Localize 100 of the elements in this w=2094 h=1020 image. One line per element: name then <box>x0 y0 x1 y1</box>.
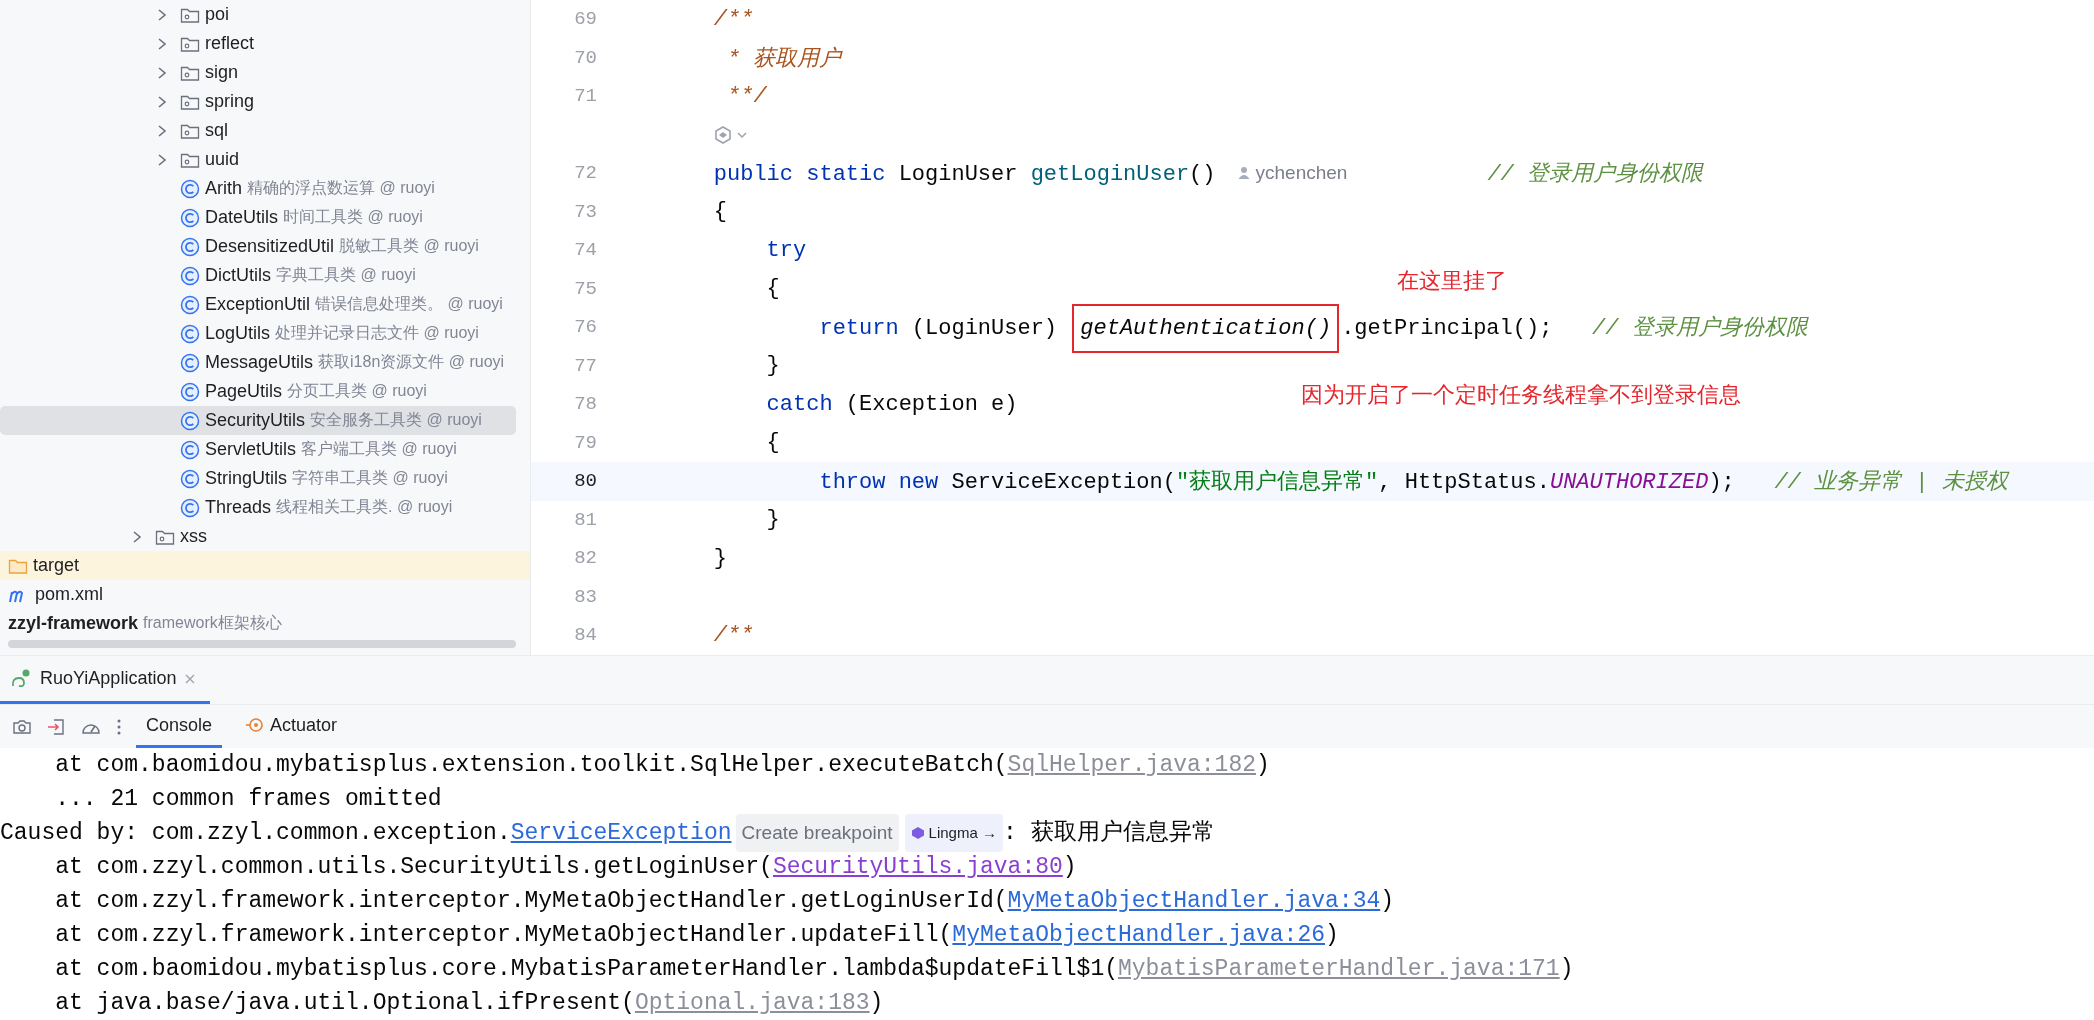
scrollbar[interactable] <box>8 640 516 648</box>
tree-item[interactable]: reflect <box>0 29 516 58</box>
tree-item[interactable]: Arith 精确的浮点数运算 @ ruoyi <box>0 174 516 203</box>
tree-item[interactable]: ExceptionUtil 错误信息处理类。 @ ruoyi <box>0 290 516 319</box>
class-icon <box>180 236 200 257</box>
code-text: () <box>1189 162 1216 188</box>
target-icon <box>246 716 265 734</box>
class-icon <box>180 294 200 315</box>
code-line: } <box>765 507 780 533</box>
chevron-icon[interactable] <box>157 94 167 109</box>
tree-item[interactable]: StringUtils 字符串工具类 @ ruoyi <box>0 464 516 493</box>
close-icon[interactable] <box>184 672 197 685</box>
tree-item[interactable]: zzyl-framework framework框架核心 <box>0 609 516 638</box>
console-text: at com.zzyl.framework.interceptor.MyMetaObjectHandler.updateFill( <box>54 921 953 950</box>
class-icon <box>180 352 200 373</box>
item-label: MessageUtils <box>205 352 314 373</box>
tree-item[interactable]: poi <box>0 0 516 29</box>
console-text: at com.baomidou.mybatisplus.extension.toolkit.SqlHelper.executeBatch( <box>54 751 1008 780</box>
console-text: at com.zzyl.common.utils.SecurityUtils.getLoginUser( <box>54 853 773 882</box>
console-tab[interactable]: Actuator <box>236 705 348 748</box>
item-description: 错误信息处理类。 @ ruoyi <box>315 294 503 314</box>
chevron-icon[interactable] <box>157 152 167 167</box>
class-icon <box>180 178 200 199</box>
annotation-text: 因为开启了一个定时任务线程拿不到登录信息 <box>1301 381 1741 409</box>
tree-item[interactable]: ServletUtils 客户端工具类 @ ruoyi <box>0 435 516 464</box>
item-label: SecurityUtils <box>205 410 306 431</box>
tree-item[interactable]: pom.xml <box>0 580 516 609</box>
tree-item[interactable]: DictUtils 字典工具类 @ ruoyi <box>0 261 516 290</box>
item-label: ServletUtils <box>205 439 297 460</box>
tree-item[interactable]: PageUtils 分页工具类 @ ruoyi <box>0 377 516 406</box>
camera-icon[interactable] <box>12 717 32 736</box>
code-line: catch (Exception e) <box>765 391 1018 417</box>
chevron-icon[interactable] <box>157 7 167 22</box>
tree-item[interactable]: uuid <box>0 145 516 174</box>
line-number: 83 <box>574 585 597 608</box>
file-link[interactable]: ServiceException <box>510 816 732 850</box>
code-line: **/ <box>726 83 767 109</box>
item-label: poi <box>205 4 230 25</box>
code-text: (LoginUser) <box>910 316 1059 342</box>
tree-item[interactable]: spring <box>0 87 516 116</box>
console-text: Caused by: com.zzyl.common.exception. <box>0 819 511 848</box>
chevron-icon[interactable] <box>157 123 167 138</box>
line-number: 84 <box>574 624 597 647</box>
code-line: { <box>765 276 780 302</box>
console-text: ) <box>1062 853 1077 882</box>
run-config-icon <box>10 668 32 689</box>
lingma-button[interactable]: Lingma → <box>904 814 1003 852</box>
item-description: 客户端工具类 @ ruoyi <box>301 439 457 459</box>
console-tab[interactable]: Console <box>136 705 223 748</box>
create-breakpoint-button[interactable]: Create breakpoint <box>735 814 899 852</box>
item-label: Threads <box>205 497 272 518</box>
author-hint[interactable]: ychenchen <box>1237 162 1348 185</box>
tree-item[interactable]: xss <box>0 522 516 551</box>
tree-item[interactable]: DateUtils 时间工具类 @ ruoyi <box>0 203 516 232</box>
class-icon <box>180 323 200 344</box>
line-number: 74 <box>574 239 597 262</box>
tree-item[interactable]: DesensitizedUtil 脱敏工具类 @ ruoyi <box>0 232 516 261</box>
exit-icon[interactable] <box>46 716 66 737</box>
code-line: } <box>712 545 727 571</box>
line-number: 71 <box>574 85 597 108</box>
console-line: ... 21 common frames omitted <box>54 785 443 814</box>
file-link[interactable]: MyMetaObjectHandler.java:34 <box>1007 884 1381 918</box>
console-text: ) <box>1380 887 1395 916</box>
line-number: 82 <box>574 547 597 570</box>
line-number: 72 <box>574 162 597 185</box>
annotation-frame: getAuthentication() <box>1072 304 1340 354</box>
tree-item[interactable]: sql <box>0 116 516 145</box>
more-icon[interactable] <box>116 717 122 736</box>
tree-item[interactable]: sign <box>0 58 516 87</box>
code-text: // 登录用户身份权限 <box>1591 316 1808 342</box>
class-icon <box>180 497 200 518</box>
item-label: pom.xml <box>35 584 103 605</box>
code-line: { <box>712 199 727 225</box>
item-label: ExceptionUtil <box>205 294 311 315</box>
console-text: at com.zzyl.framework.interceptor.MyMetaObjectHandler.getLoginUserId( <box>54 887 1008 916</box>
code-line: try <box>765 237 807 263</box>
line-number: 76 <box>574 316 597 339</box>
tree-item[interactable]: Threads 线程相关工具类. @ ruoyi <box>0 493 516 522</box>
code-text: getLoginUser <box>1030 162 1190 188</box>
tree-item[interactable]: target <box>0 551 530 580</box>
chevron-icon[interactable] <box>157 65 167 80</box>
ai-icon[interactable] <box>713 124 733 145</box>
chevron-icon[interactable] <box>132 529 142 544</box>
item-description: 分页工具类 @ ruoyi <box>287 381 427 401</box>
console-text: ) <box>1325 921 1339 950</box>
chevron-down-icon[interactable] <box>736 129 748 140</box>
hexagon-icon <box>910 826 925 840</box>
file-link[interactable]: MyMetaObjectHandler.java:26 <box>952 918 1326 952</box>
file-link[interactable]: SecurityUtils.java:80 <box>772 850 1063 884</box>
line-number: 77 <box>574 354 597 377</box>
tree-item[interactable]: SecurityUtils 安全服务工具类 @ ruoyi <box>0 406 516 435</box>
tree-item[interactable]: MessageUtils 获取i18n资源文件 @ ruoyi <box>0 348 516 377</box>
chevron-icon[interactable] <box>157 36 167 51</box>
console-text: ) <box>1256 751 1270 780</box>
line-number: 69 <box>574 8 597 31</box>
item-description: 时间工具类 @ ruoyi <box>283 207 423 227</box>
line-number: 73 <box>574 200 597 223</box>
code-line: throw new ServiceException("获取用户信息异常", HttpStatus.UNAUTHORIZED); // 业务异常 | 未授权 <box>818 468 2008 497</box>
tree-item[interactable]: LogUtils 处理并记录日志文件 @ ruoyi <box>0 319 516 348</box>
item-description: 安全服务工具类 @ ruoyi <box>310 410 482 430</box>
